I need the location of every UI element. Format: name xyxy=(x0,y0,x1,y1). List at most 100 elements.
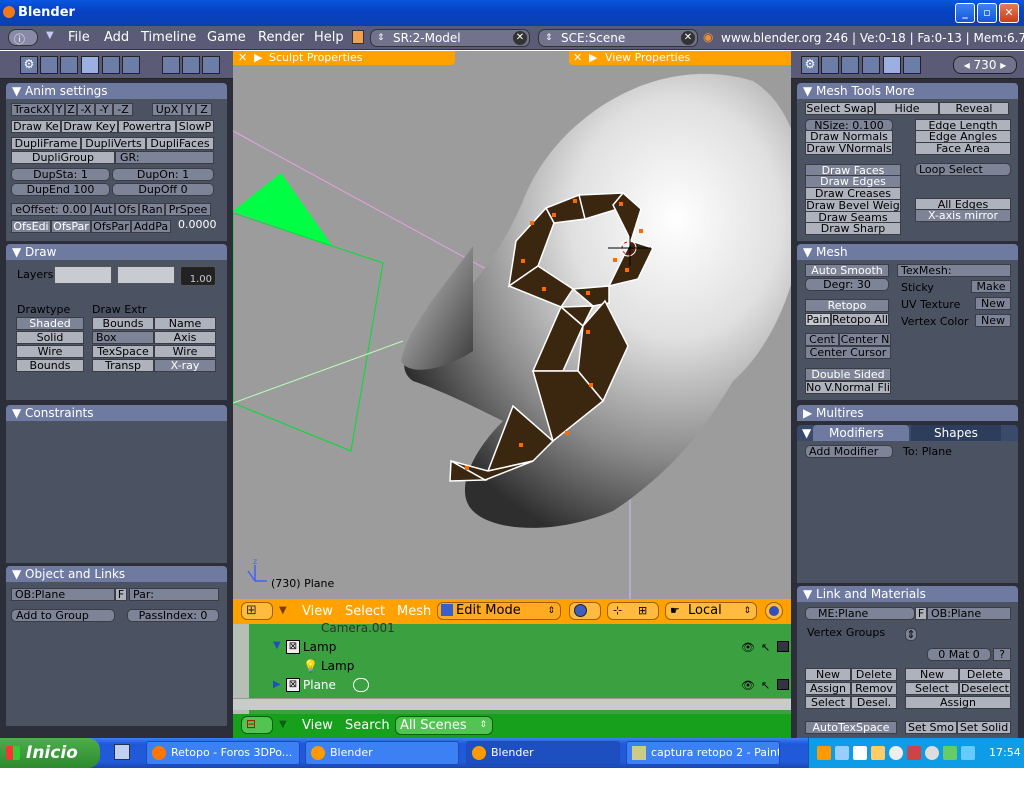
bounds-type-select[interactable]: Box xyxy=(92,331,154,344)
panel-header[interactable]: ▶ Multires xyxy=(797,405,1018,421)
vcol-new-button[interactable]: New xyxy=(975,314,1011,327)
add-to-group-button[interactable]: Add to Group xyxy=(11,609,115,622)
xray-button[interactable]: X-ray xyxy=(154,359,216,372)
sticky-make-button[interactable]: Make xyxy=(971,280,1011,293)
task-button-active[interactable]: Blender xyxy=(466,741,620,765)
drawtype-wire-button[interactable]: Wire xyxy=(16,345,84,358)
frame-counter[interactable]: ◂ 730 ▸ xyxy=(953,56,1017,74)
uv-new-button[interactable]: New xyxy=(975,297,1011,310)
drawtype-shaded-button[interactable]: Shaded xyxy=(16,317,84,330)
menu-add[interactable]: Add xyxy=(104,30,129,45)
menu-view[interactable]: View xyxy=(302,604,333,619)
dupsta-field[interactable]: DupSta: 1 xyxy=(11,168,110,181)
object-tab-icon[interactable] xyxy=(162,56,180,74)
set-smooth-button[interactable]: Set Smo xyxy=(905,721,957,734)
dupon-field[interactable]: DupOn: 1 xyxy=(112,168,214,181)
prspeed-button[interactable]: PrSpee xyxy=(165,203,211,216)
dupoff-field[interactable]: DupOff 0 xyxy=(112,183,214,196)
drawtype-bounds-button[interactable]: Bounds xyxy=(16,359,84,372)
panel-header[interactable]: ▼ Constraints xyxy=(6,405,227,421)
eoffset-field[interactable]: eOffset: 0.00 xyxy=(11,203,91,216)
set-solid-button[interactable]: Set Solid xyxy=(957,721,1011,734)
trackz-button[interactable]: Z xyxy=(65,103,77,116)
layer-value-field[interactable]: 1.00 xyxy=(180,266,216,286)
autotexspace-button[interactable]: AutoTexSpace xyxy=(805,721,897,734)
menu-game[interactable]: Game xyxy=(207,30,246,45)
tray-icon[interactable] xyxy=(943,746,957,760)
mesh-data-icon[interactable] xyxy=(353,678,369,692)
minimize-button[interactable]: _ xyxy=(955,3,975,23)
dupligroup-button[interactable]: DupliGroup xyxy=(11,151,115,164)
centre-button[interactable]: Cent xyxy=(805,333,839,346)
view-properties-tab[interactable]: ✕ ▶ View Properties xyxy=(569,51,791,65)
chevron-down-icon[interactable]: ▼ xyxy=(279,605,287,616)
horizontal-scrollbar[interactable] xyxy=(233,698,791,710)
screen-selector[interactable]: ⇕ SR:2-Model ✕ xyxy=(370,29,530,47)
dupliframes-button[interactable]: DupliFrame xyxy=(11,137,81,150)
duplifaces-button[interactable]: DupliFaces xyxy=(146,137,214,150)
dupend-field[interactable]: DupEnd 100 xyxy=(11,183,110,196)
task-button[interactable]: captura retopo 2 - Paint xyxy=(626,741,780,765)
slowpar-button[interactable]: SlowP xyxy=(176,120,214,133)
scene-icon[interactable] xyxy=(903,56,921,74)
close-icon[interactable]: ✕ xyxy=(513,31,527,45)
start-button[interactable]: Inicio xyxy=(0,738,100,768)
close-button[interactable]: ✕ xyxy=(999,3,1019,23)
play-icon[interactable]: ▶ xyxy=(254,51,262,64)
wire-button[interactable]: Wire xyxy=(154,345,216,358)
powertrack-button[interactable]: Powertra xyxy=(118,120,176,133)
vgroup-deselect-button[interactable]: Desel. xyxy=(851,696,897,709)
menu-render[interactable]: Render xyxy=(258,30,304,45)
bounds-button[interactable]: Bounds xyxy=(92,317,154,330)
passindex-field[interactable]: PassIndex: 0 xyxy=(127,609,219,622)
hide-button[interactable]: Hide xyxy=(875,102,939,115)
layer-buttons-2[interactable] xyxy=(117,266,175,284)
tray-icon[interactable] xyxy=(853,746,867,760)
menu-view[interactable]: View xyxy=(302,718,333,733)
reveal-button[interactable]: Reveal xyxy=(939,102,1009,115)
snap-icon[interactable] xyxy=(765,602,783,620)
scene-selector[interactable]: ⇕ SCE:Scene ✕ xyxy=(538,29,698,47)
mode-select[interactable]: Edit Mode ⇕ xyxy=(437,602,561,620)
object-icon[interactable] xyxy=(81,56,99,74)
sculpt-properties-tab[interactable]: ✕ ▶ Sculpt Properties xyxy=(233,51,455,65)
task-button[interactable]: Retopo - Foros 3DPo... xyxy=(146,741,300,765)
panel-header[interactable]: ▼ Mesh Tools More xyxy=(797,83,1018,99)
pivot-select[interactable]: ⊹ ⊞ xyxy=(607,602,659,620)
ofsedit-button[interactable]: OfsEdi xyxy=(11,220,51,233)
upy-button[interactable]: Y xyxy=(182,103,196,116)
ran-button[interactable]: Ran xyxy=(139,203,165,216)
parent-field[interactable]: Par: xyxy=(129,588,219,601)
group-field[interactable]: GR: xyxy=(115,151,214,164)
aut-button[interactable]: Aut xyxy=(91,203,115,216)
visibility-icon[interactable]: 👁 xyxy=(741,641,755,654)
tray-icon[interactable] xyxy=(889,746,903,760)
vgroup-new-button[interactable]: New xyxy=(805,668,851,681)
upx-button[interactable]: UpX xyxy=(152,103,182,116)
viewport-canvas[interactable]: z xyxy=(233,51,791,599)
visibility-icon[interactable]: 👁 xyxy=(741,679,755,692)
tray-icon[interactable] xyxy=(961,746,975,760)
tray-icon[interactable] xyxy=(871,746,885,760)
chevron-down-icon[interactable]: ▼ xyxy=(279,719,287,730)
material-assign-button[interactable]: Assign xyxy=(905,696,1011,709)
ofspar-button[interactable]: OfsPar xyxy=(51,220,91,233)
tray-icon[interactable] xyxy=(835,746,849,760)
track-negz-button[interactable]: -Z xyxy=(113,103,133,116)
retopo-button[interactable]: Retopo xyxy=(805,299,889,312)
vgroup-assign-button[interactable]: Assign xyxy=(805,682,851,695)
panel-header[interactable]: ▼ Draw xyxy=(6,244,227,260)
play-icon[interactable]: ▶ xyxy=(589,51,597,64)
close-icon[interactable]: ✕ xyxy=(681,31,695,45)
paint-button[interactable]: Pain xyxy=(805,313,831,326)
expand-icon[interactable]: ▶ xyxy=(273,679,281,690)
shading-icon[interactable] xyxy=(60,56,78,74)
track-negx-button[interactable]: -X xyxy=(77,103,95,116)
material-delete-button[interactable]: Delete xyxy=(959,668,1011,681)
close-icon[interactable]: ✕ xyxy=(238,51,247,64)
fake-user-button[interactable]: F xyxy=(115,588,127,601)
menu-mesh[interactable]: Mesh xyxy=(397,604,431,619)
degr-field[interactable]: Degr: 30 xyxy=(805,278,889,291)
double-sided-button[interactable]: Double Sided xyxy=(805,368,891,381)
render-icon[interactable] xyxy=(777,679,789,690)
